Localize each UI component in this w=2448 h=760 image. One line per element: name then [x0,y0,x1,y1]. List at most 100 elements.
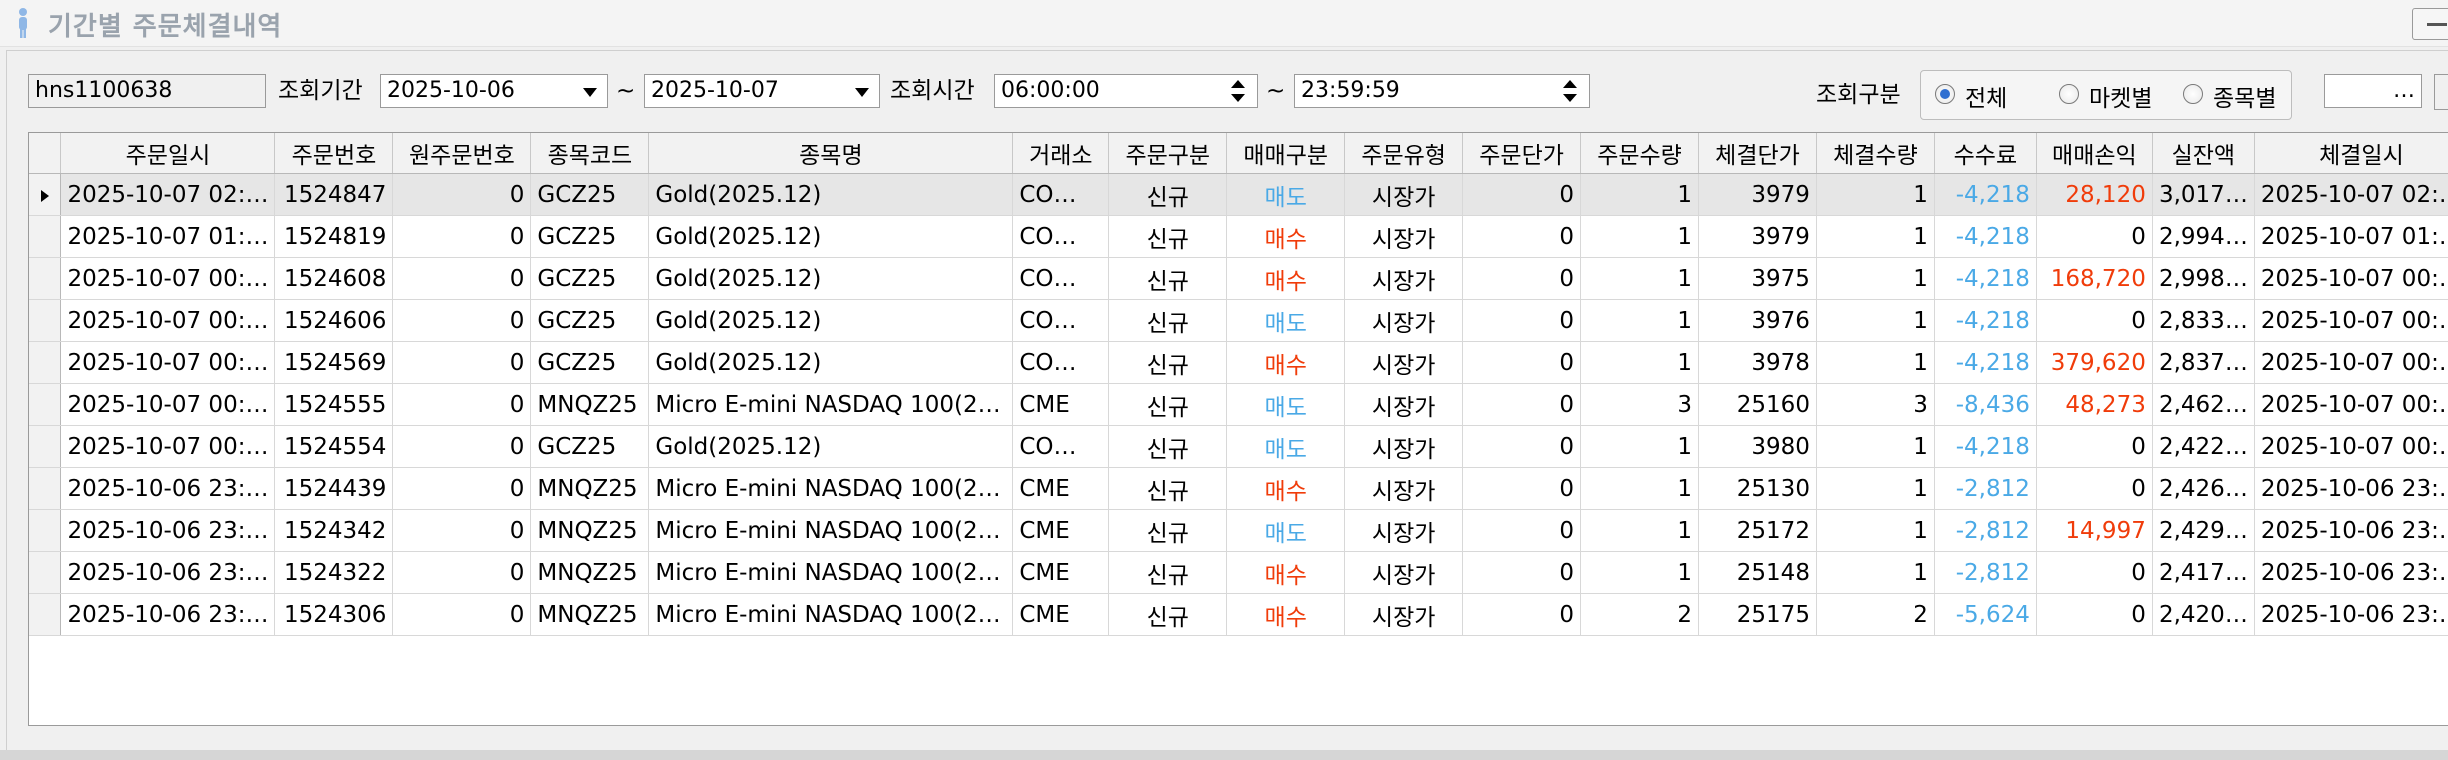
row-indicator[interactable] [29,341,62,384]
date-from-combo[interactable]: 2025-10-06 [380,74,608,108]
dropdown-arrow-icon[interactable] [855,88,869,97]
cell-fill-time: 2025-10-06 23:… [2254,467,2448,510]
column-header[interactable]: 실잔액 [2152,133,2255,174]
radio-item[interactable] [2183,84,2203,104]
column-header[interactable]: 주문단가 [1462,133,1582,174]
row-indicator[interactable] [29,299,62,342]
table-row[interactable]: 2025-10-07 00:… 1524569 0 GCZ25 Gold(2025.12… [29,341,2448,384]
cell-fill-time: 2025-10-07 00:… [2254,257,2448,300]
cell-order-no: 1524554 [274,425,394,468]
cell-pnl: 379,620 [2036,341,2153,384]
column-header[interactable]: 주문유형 [1344,133,1464,174]
dropdown-arrow-icon[interactable] [583,88,597,97]
row-indicator[interactable] [29,467,62,510]
cell-exch: CO… [1012,215,1110,258]
spin-up-icon[interactable] [1563,80,1577,88]
radio-all[interactable] [1935,84,1955,104]
cell-price: 0 [1462,467,1582,510]
cell-pnl: 168,720 [2036,257,2153,300]
column-header[interactable]: 종목코드 [530,133,650,174]
table-row[interactable]: 2025-10-06 23:… 1524439 0 MNQZ25 Micro E-min… [29,467,2448,510]
cell-order-type: 신규 [1108,509,1228,552]
cell-fill-qty: 1 [1816,215,1935,258]
radio-all-label[interactable]: 전체 [1965,79,2007,113]
cell-code: GCZ25 [530,341,650,384]
cell-order-type: 신규 [1108,299,1228,342]
cell-price: 0 [1462,299,1582,342]
cell-order-type: 신규 [1108,425,1228,468]
cell-side: 매도 [1226,299,1346,342]
column-header[interactable]: 매매손익 [2036,133,2153,174]
row-indicator[interactable] [29,509,62,552]
table-row[interactable]: 2025-10-07 02:… 1524847 0 GCZ25 Gold(2025.12… [29,173,2448,216]
row-indicator[interactable] [29,425,62,468]
column-header[interactable]: 체결수량 [1816,133,1935,174]
column-header[interactable]: 거래소 [1012,133,1110,174]
column-header[interactable]: 체결단가 [1698,133,1817,174]
cell-fill-qty: 3 [1816,383,1935,426]
column-header[interactable]: 주문일시 [60,133,276,174]
extra-button[interactable] [2434,74,2448,110]
row-indicator[interactable] [29,383,62,426]
cell-code: MNQZ25 [530,383,650,426]
radio-item-label[interactable]: 종목별 [2213,79,2276,113]
extra-input[interactable]: … [2324,74,2422,108]
spin-up-icon[interactable] [1231,80,1245,88]
cell-order-time: 2025-10-07 01:… [60,215,276,258]
order-grid[interactable]: 주문일시 주문번호 원주문번호 종목코드 종목명 거래소 주문구분 매매구분 주문유형 주문단가 주… [28,132,2448,726]
cell-price: 0 [1462,257,1582,300]
table-row[interactable]: 2025-10-06 23:… 1524322 0 MNQZ25 Micro E-min… [29,551,2448,594]
radio-market[interactable] [2059,84,2079,104]
cell-order-no: 1524569 [274,341,394,384]
row-indicator[interactable] [29,257,62,300]
cell-name: Gold(2025.12) [648,341,1014,384]
row-indicator[interactable] [29,551,62,594]
cell-order-time: 2025-10-07 00:… [60,383,276,426]
column-header[interactable]: 매매구분 [1226,133,1346,174]
column-header[interactable]: 원주문번호 [392,133,532,174]
table-row[interactable]: 2025-10-06 23:… 1524342 0 MNQZ25 Micro E-min… [29,509,2448,552]
cell-order-no: 1524342 [274,509,394,552]
column-header[interactable]: 종목명 [648,133,1014,174]
column-header[interactable]: 주문번호 [274,133,394,174]
date-to-combo[interactable]: 2025-10-07 [644,74,880,108]
cell-kind: 시장가 [1344,467,1464,510]
cell-fill-qty: 1 [1816,425,1935,468]
spin-down-icon[interactable] [1231,94,1245,102]
cell-order-time: 2025-10-06 23:… [60,467,276,510]
table-row[interactable]: 2025-10-07 00:… 1524608 0 GCZ25 Gold(2025.12… [29,257,2448,300]
cell-exch: CO… [1012,425,1110,468]
cell-pnl: 48,273 [2036,383,2153,426]
cell-orig-no: 0 [392,425,532,468]
radio-market-label[interactable]: 마켓별 [2089,79,2152,113]
column-header[interactable]: 주문구분 [1108,133,1228,174]
row-indicator[interactable] [29,173,62,216]
column-header[interactable]: 체결일시 [2254,133,2448,174]
table-row[interactable]: 2025-10-07 00:… 1524554 0 GCZ25 Gold(2025.12… [29,425,2448,468]
column-header[interactable]: 수수료 [1934,133,2037,174]
table-row[interactable]: 2025-10-07 01:… 1524819 0 GCZ25 Gold(2025.12… [29,215,2448,258]
cell-side: 매도 [1226,509,1346,552]
cell-kind: 시장가 [1344,593,1464,636]
cell-balance: 2,422… [2152,425,2255,468]
spin-down-icon[interactable] [1563,94,1577,102]
order-table: 주문일시 주문번호 원주문번호 종목코드 종목명 거래소 주문구분 매매구분 주문유형 주문단가 주… [29,133,2448,636]
table-row[interactable]: 2025-10-06 23:… 1524306 0 MNQZ25 Micro E-min… [29,593,2448,636]
table-row[interactable]: 2025-10-07 00:… 1524555 0 MNQZ25 Micro E-min… [29,383,2448,426]
row-indicator[interactable] [29,215,62,258]
cell-order-time: 2025-10-06 23:… [60,509,276,552]
cell-fill-price: 3978 [1698,341,1817,384]
time-to-spinner[interactable]: 23:59:59 [1294,74,1590,108]
column-header[interactable]: 주문수량 [1580,133,1699,174]
cell-fee: -8,436 [1934,383,2037,426]
cell-name: Micro E-mini NASDAQ 100(2… [648,383,1014,426]
cell-kind: 시장가 [1344,257,1464,300]
time-from-spinner[interactable]: 06:00:00 [994,74,1258,108]
table-row[interactable]: 2025-10-07 00:… 1524606 0 GCZ25 Gold(2025.12… [29,299,2448,342]
cell-order-type: 신규 [1108,173,1228,216]
minimize-button[interactable] [2412,8,2448,40]
account-field[interactable]: hns1100638 [28,74,266,108]
cell-exch: CME [1012,551,1110,594]
cell-price: 0 [1462,425,1582,468]
row-indicator[interactable] [29,593,62,636]
